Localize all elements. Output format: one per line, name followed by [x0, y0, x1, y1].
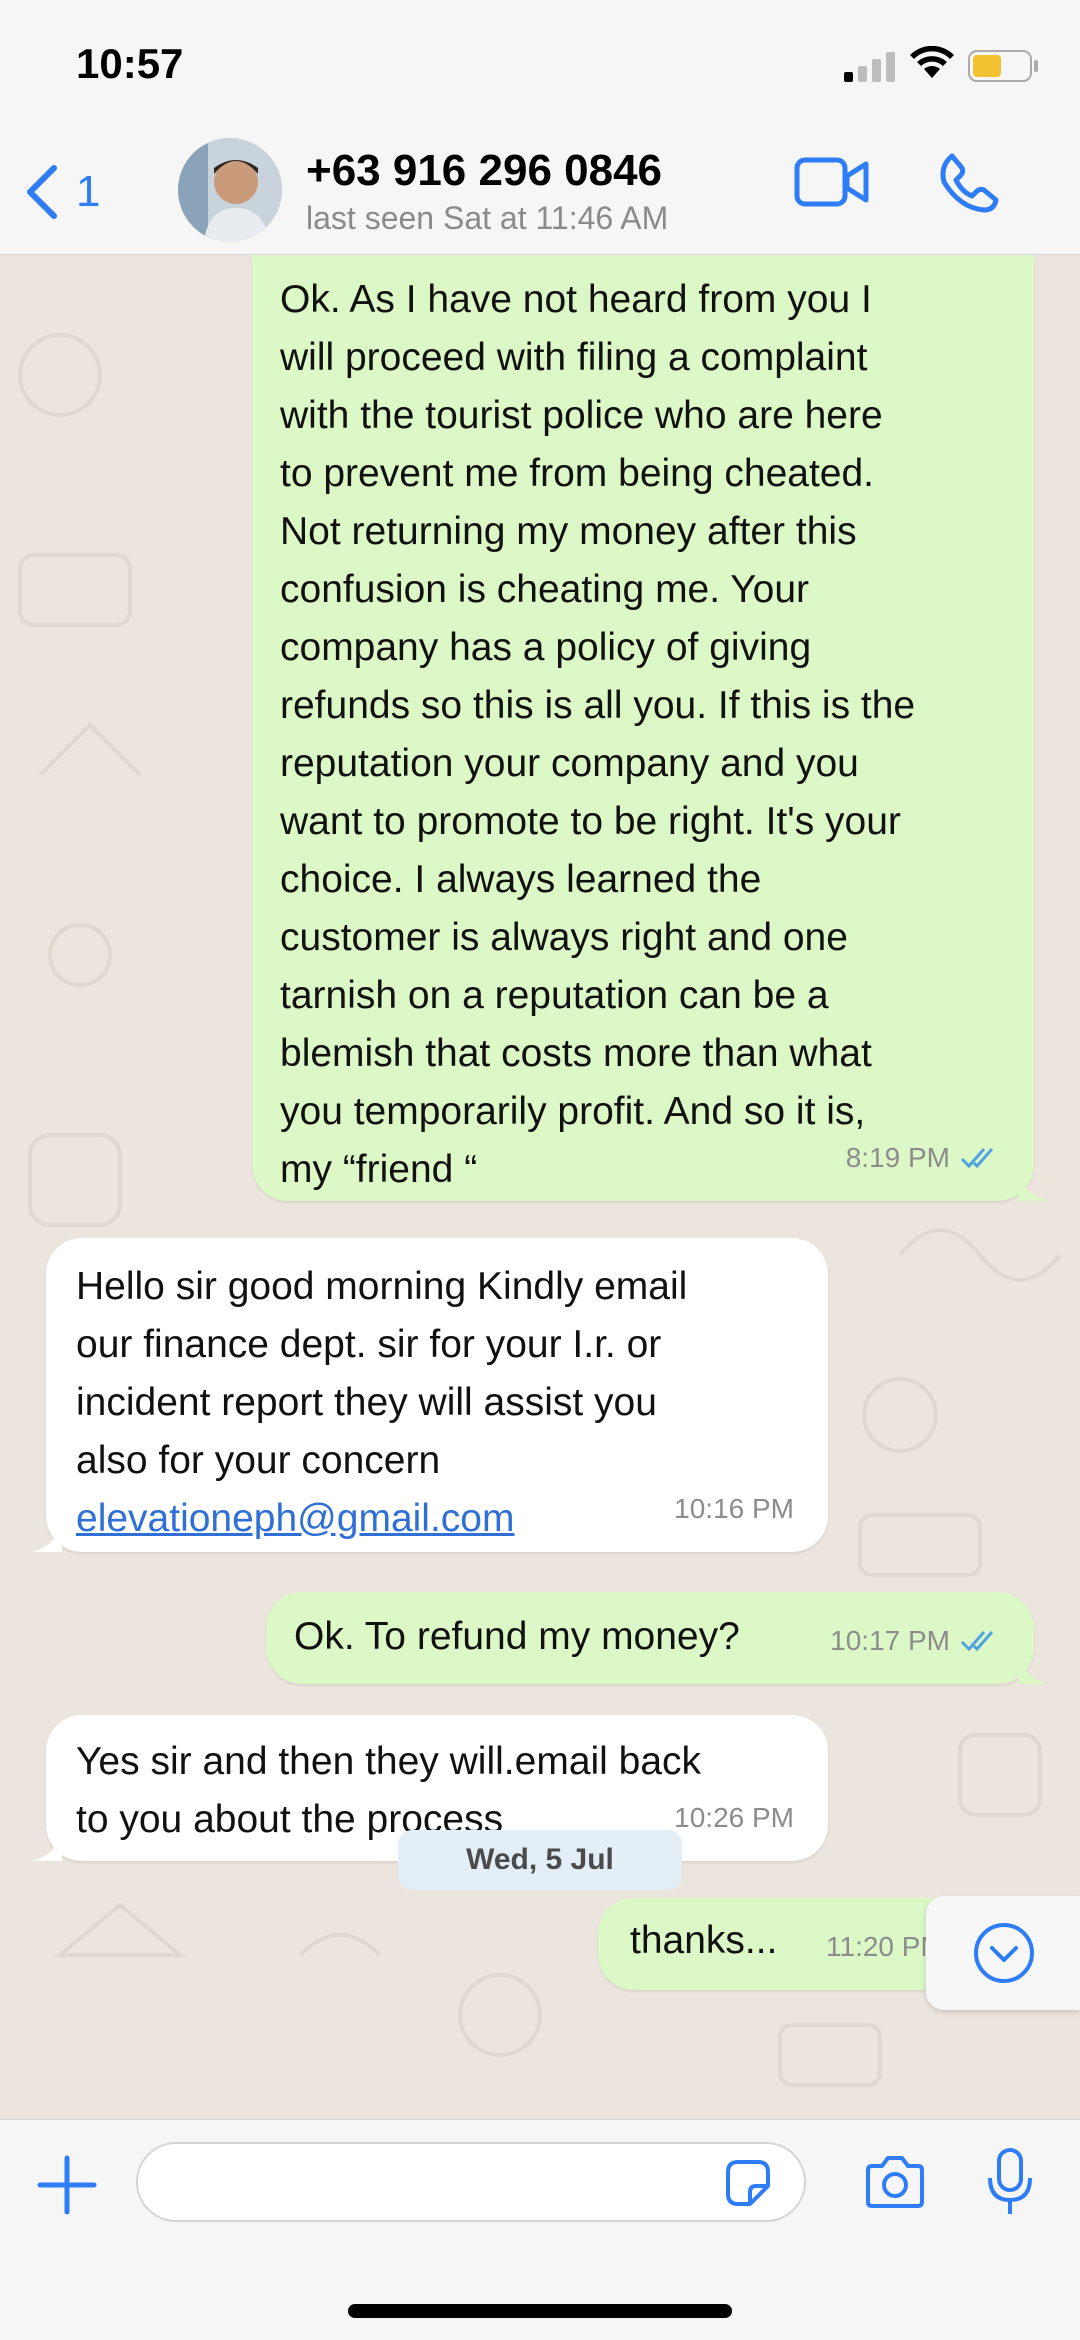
last-seen-status: last seen Sat at 11:46 AM: [306, 200, 669, 236]
date-separator: Wed, 5 Jul: [398, 1830, 682, 1890]
sticker-icon: [726, 2160, 770, 2206]
home-indicator[interactable]: [348, 2304, 732, 2318]
video-call-button[interactable]: [794, 154, 870, 215]
camera-icon: [866, 2156, 924, 2208]
message-time: 8:19 PM: [845, 1142, 950, 1173]
message-meta: 10:26 PM: [674, 1789, 794, 1847]
double-check-read-icon: [960, 1148, 994, 1169]
battery-icon: [968, 50, 1038, 82]
message-meta: 10:17 PM: [830, 1612, 1000, 1670]
video-camera-icon: [794, 157, 869, 207]
wifi-icon: [910, 46, 954, 78]
message-input[interactable]: [136, 2142, 806, 2222]
cellular-signal-icon: [844, 52, 895, 82]
status-bar: 10:57: [0, 0, 1080, 132]
camera-button[interactable]: [862, 2154, 928, 2217]
bubble-tail: [1018, 1171, 1048, 1201]
scroll-to-bottom-button[interactable]: [926, 1896, 1080, 2010]
message-time: 10:17 PM: [830, 1625, 950, 1656]
message-bubble-outgoing[interactable]: Ok. To refund my money? 10:17 PM: [266, 1592, 1048, 1684]
avatar[interactable]: [178, 138, 282, 242]
avatar-image: [178, 138, 282, 242]
message-time: 10:26 PM: [674, 1802, 794, 1833]
sticker-button[interactable]: [720, 2156, 776, 2217]
message-time: 10:16 PM: [674, 1493, 794, 1524]
unread-count: 1: [76, 167, 101, 216]
bubble-tail: [32, 1522, 62, 1552]
message-meta: 8:19 PM: [846, 1129, 1000, 1187]
message-text: Hello sir good morning Kindly email our …: [76, 1265, 688, 1482]
contact-name[interactable]: +63 916 296 0846: [306, 146, 662, 196]
status-time: 10:57: [76, 40, 184, 87]
voice-message-button[interactable]: [984, 2148, 1036, 2223]
back-button[interactable]: 1: [22, 162, 100, 222]
bubble-tail: [1018, 1654, 1048, 1684]
attach-button[interactable]: [34, 2152, 100, 2223]
message-text: Ok. As I have not heard from you I will …: [280, 278, 916, 1191]
message-bubble-outgoing[interactable]: Ok. As I have not heard from you I will …: [252, 255, 1048, 1201]
phone-icon: [940, 153, 999, 213]
message-meta: 10:16 PM: [674, 1480, 794, 1538]
chat-header: 1 +63 916 296 0846 last seen Sat at 11:4…: [0, 132, 1080, 255]
double-check-read-icon: [960, 1631, 994, 1652]
plus-icon: [37, 2155, 97, 2215]
message-text: thanks...: [630, 1919, 778, 1962]
message-bubble-incoming[interactable]: Hello sir good morning Kindly email our …: [32, 1238, 828, 1552]
chevron-down-circle-icon: [974, 1923, 1034, 1983]
microphone-icon: [988, 2148, 1032, 2214]
chevron-left-icon: [27, 165, 57, 219]
composer-bar: [0, 2119, 1080, 2340]
voice-call-button[interactable]: [938, 152, 1000, 219]
bubble-tail: [32, 1831, 62, 1861]
